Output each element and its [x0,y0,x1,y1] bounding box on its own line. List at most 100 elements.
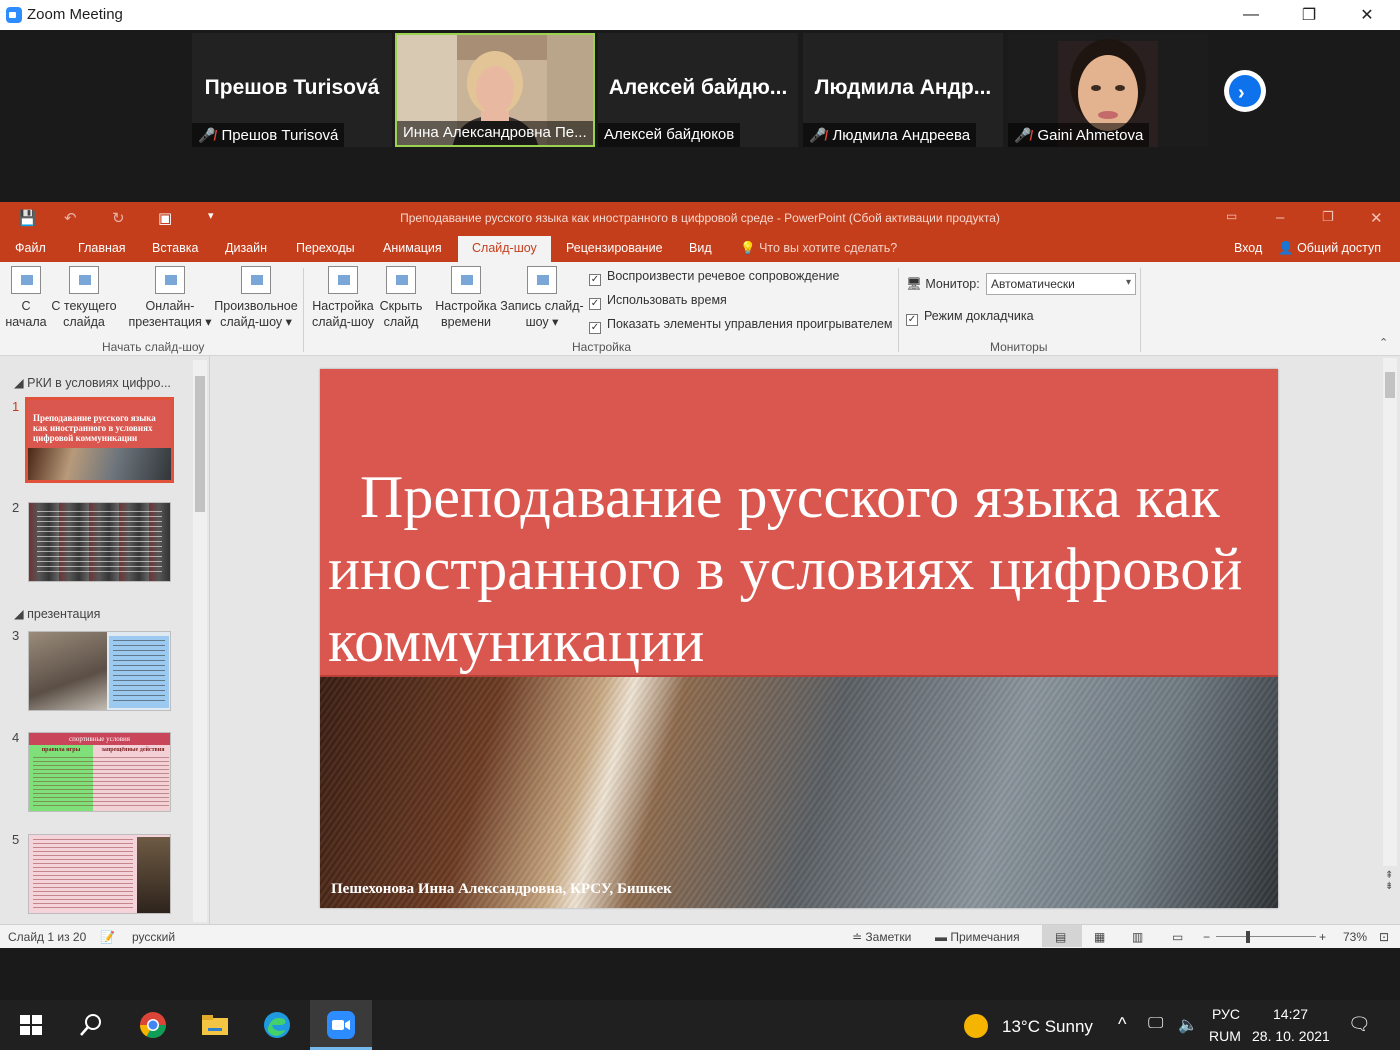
slide-sorter-icon[interactable]: ▦ [1094,930,1105,944]
tab-slideshow[interactable]: Слайд-шоу [458,236,551,262]
close-button[interactable]: ✕ [1338,0,1396,30]
input-language-top[interactable]: РУС [1212,1006,1240,1022]
tab-home[interactable]: Главная [78,241,126,255]
checkmark-icon: ✓ [589,322,601,334]
network-icon[interactable]: 🖵 [1148,1015,1163,1033]
group-separator [1140,268,1141,352]
edge-icon[interactable] [262,1010,292,1040]
chevron-right-icon: › [1238,82,1245,104]
clock-date[interactable]: 28. 10. 2021 [1252,1028,1330,1044]
use-timings-checkbox[interactable]: ✓ Использовать время [589,293,727,310]
monitor-select[interactable]: Автоматически [986,273,1136,295]
participant-label: 🎤̸ Прешов Turisová [192,123,345,147]
share-button[interactable]: 👤 Общий доступ [1278,241,1381,256]
presenter-view-checkbox[interactable]: ✓ Режим докладчика [906,309,1034,326]
scrollbar-thumb[interactable] [195,376,205,512]
ppt-minimize-icon[interactable]: – [1276,209,1284,226]
tab-file[interactable]: Файл [15,241,46,255]
powerpoint-titlebar: 💾 ↶ ↻ ▣ ▾ Преподавание русского языка ка… [0,202,1400,234]
zoom-in-icon[interactable]: + [1319,930,1326,944]
monitor-icon: 🖥 [906,277,922,291]
slide-scrollbar[interactable] [1383,358,1397,866]
maximize-button[interactable]: ❐ [1280,0,1338,30]
tab-insert[interactable]: Вставка [152,241,198,255]
notes-button[interactable]: ≐ Заметки [852,930,911,944]
participant-big-name: Прешов Turisová [204,76,380,99]
zoom-level[interactable]: 73% [1343,930,1367,944]
slide-canvas[interactable]: Преподавание русского языка как иностран… [320,369,1278,908]
prev-next-slide-icon[interactable]: ⇞ ⇟ [1385,870,1393,892]
muted-mic-icon: 🎤̸ [1014,127,1032,143]
participant-tile[interactable]: Прешов Turisová 🎤̸ Прешов Turisová [192,33,392,147]
comments-button[interactable]: ▬ Примечания [935,930,1020,944]
play-narrations-checkbox[interactable]: ✓ Воспроизвести речевое сопровождение [589,269,839,286]
zoom-out-icon[interactable]: − [1203,930,1210,944]
input-language-bottom[interactable]: RUM [1209,1028,1241,1044]
spellcheck-icon[interactable]: 📝 [100,930,115,944]
tell-me-box[interactable]: 💡 Что вы хотите сделать? [740,241,897,256]
tab-review[interactable]: Рецензирование [566,241,663,255]
from-current-slide-button[interactable]: С текущего слайда [50,266,118,330]
participant-tile[interactable]: 🎤̸ Gaini Ahmetova [1008,33,1208,147]
show-hidden-icons-icon[interactable]: ^ [1118,1014,1126,1035]
zoom-window-title: Zoom Meeting [27,6,123,23]
ribbon-display-icon[interactable]: ▭ [1226,209,1237,223]
ppt-close-icon[interactable]: ✕ [1370,209,1383,227]
slide-thumbnail[interactable]: спортивные условия правила игры запрещён… [28,732,171,812]
slide-thumbnail[interactable]: Преподавание русского языка как иностран… [25,397,174,483]
thumbnail-header: спортивные условия [29,733,170,745]
participant-tile[interactable]: Людмила Андр... 🎤̸ Людмила Андреева [803,33,1003,147]
record-slideshow-button[interactable]: Запись слайд-шоу ▾ [500,266,584,330]
tab-animations[interactable]: Анимация [383,241,442,255]
thumbnail-scrollbar[interactable] [193,360,207,922]
minimize-button[interactable]: — [1222,0,1280,30]
section-header[interactable]: ◢ презентация [14,606,100,621]
tab-transitions[interactable]: Переходы [296,241,355,255]
volume-icon[interactable]: 🔈 [1178,1015,1198,1035]
weather-sun-icon[interactable] [964,1014,988,1038]
slideshow-view-icon[interactable]: ▭ [1172,930,1183,944]
participant-big-name: Людмила Андр... [814,76,992,99]
rehearse-timings-button[interactable]: Настройка времени [432,266,500,330]
from-beginning-button[interactable]: Сначала [4,266,48,330]
hide-slide-button[interactable]: Скрыть слайд [378,266,424,330]
lightbulb-icon: 💡 [740,241,756,255]
section-header[interactable]: ◢ РКИ в условиях цифро... [14,375,171,390]
windows-start-icon[interactable] [16,1010,46,1040]
file-explorer-icon[interactable] [200,1010,230,1040]
slide-book-photo [320,677,1278,908]
sign-in-link[interactable]: Вход [1234,241,1262,255]
online-presentation-button[interactable]: Онлайн-презентация ▾ [128,266,212,330]
comment-icon: ▬ [935,930,947,944]
tab-design[interactable]: Дизайн [225,241,267,255]
language-indicator[interactable]: русский [132,930,175,944]
tab-view[interactable]: Вид [689,241,712,255]
slide-thumbnail[interactable] [28,631,171,711]
zoom-slider-handle[interactable] [1246,931,1250,943]
participant-tile[interactable]: Алексей байдю... Алексей байдюков [598,33,798,147]
zoom-taskbar-button[interactable] [310,1000,372,1050]
clock-time[interactable]: 14:27 [1273,1006,1308,1022]
chrome-icon[interactable] [138,1010,168,1040]
slide-thumbnail[interactable] [28,834,171,914]
scrollbar-thumb[interactable] [1385,372,1395,398]
next-page-button[interactable]: › [1224,70,1266,112]
search-icon[interactable] [76,1010,106,1040]
notification-center-icon[interactable]: 🗨 [1348,1014,1371,1035]
participant-tile-active-speaker[interactable]: Инна Александровна Пе... [395,33,595,147]
custom-slideshow-button[interactable]: Произвольное слайд-шоу ▾ [212,266,300,330]
show-media-controls-checkbox[interactable]: ✓ Показать элементы управления проигрыват… [589,317,893,334]
weather-text[interactable]: 13°C Sunny [1002,1017,1093,1037]
participant-gallery: Прешов Turisová 🎤̸ Прешов Turisová Инна А… [0,30,1400,202]
timer-icon [451,266,481,294]
setup-slideshow-button[interactable]: Настройка слайд-шоу [308,266,378,330]
record-icon [527,266,557,294]
collapse-ribbon-icon[interactable]: ⌃ [1379,336,1388,349]
fit-to-window-icon[interactable]: ⊡ [1379,930,1389,944]
ppt-restore-icon[interactable]: ❐ [1322,209,1334,225]
collapse-triangle-icon: ◢ [14,607,24,621]
slide-thumbnail[interactable] [28,502,171,582]
muted-mic-icon: 🎤̸ [198,127,216,143]
zoom-slider[interactable] [1216,936,1316,937]
reading-view-icon[interactable]: ▥ [1132,930,1143,944]
